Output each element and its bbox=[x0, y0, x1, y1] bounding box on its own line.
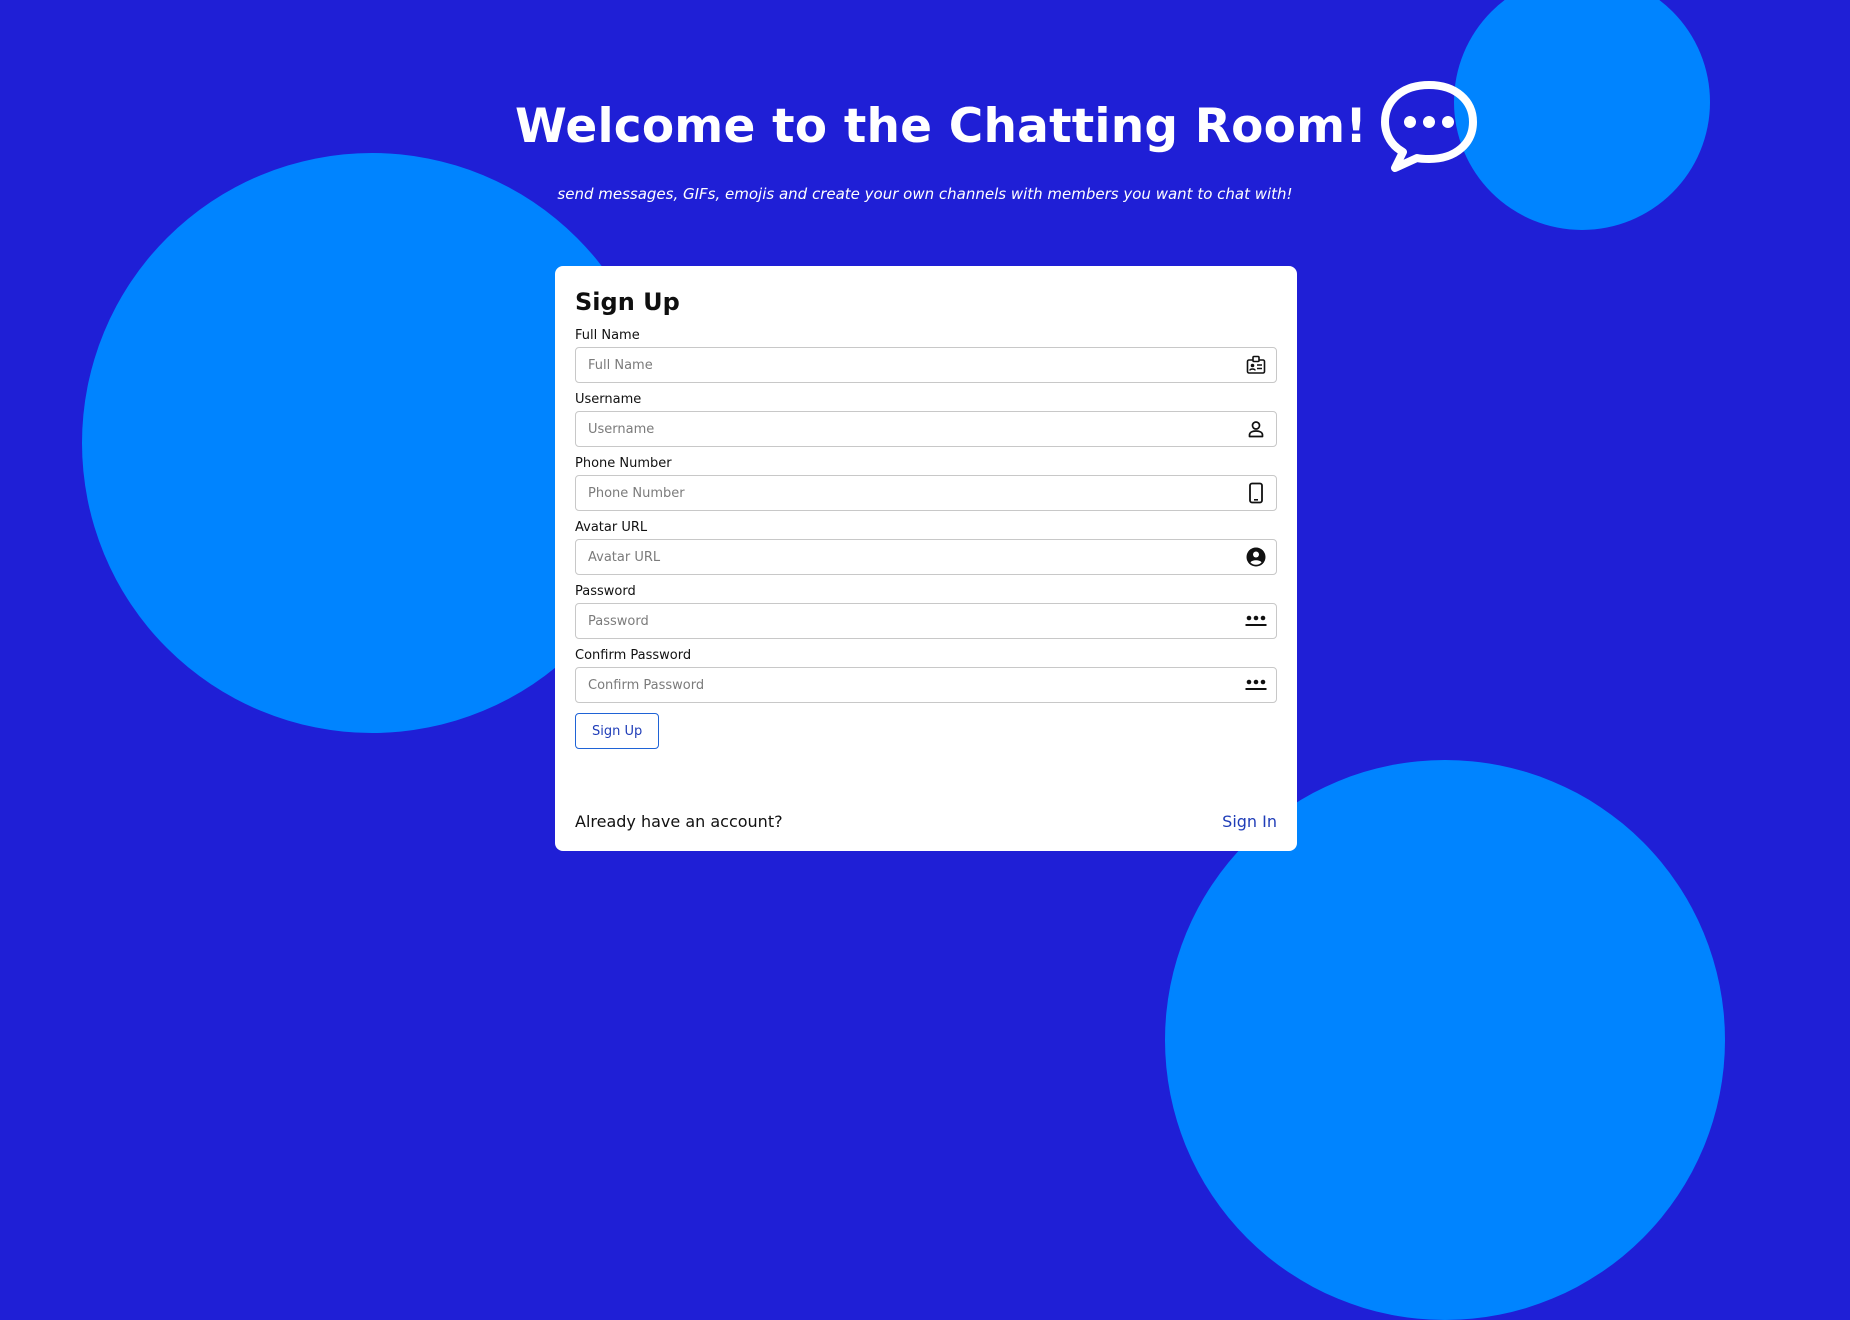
user-circle-icon bbox=[1245, 546, 1267, 568]
password-dots-icon bbox=[1245, 610, 1267, 632]
phone-number-input-wrap bbox=[575, 475, 1277, 512]
username-field-group: Username bbox=[575, 392, 1277, 448]
chat-bubble-dots-icon bbox=[1377, 79, 1481, 173]
username-input[interactable] bbox=[575, 411, 1277, 448]
mobile-phone-icon bbox=[1245, 482, 1267, 504]
confirm-password-input-wrap bbox=[575, 667, 1277, 704]
phone-number-field-group: Phone Number bbox=[575, 456, 1277, 512]
sign-up-card: Sign Up Full Name Username bbox=[555, 266, 1297, 851]
confirm-password-input[interactable] bbox=[575, 667, 1277, 704]
page-subtitle-text: send messages, GIFs, emojis and create y… bbox=[557, 185, 1293, 203]
avatar-url-label: Avatar URL bbox=[575, 520, 648, 536]
password-input[interactable] bbox=[575, 603, 1277, 640]
confirm-password-field-group: Confirm Password bbox=[575, 648, 1277, 704]
password-input-wrap bbox=[575, 603, 1277, 640]
sign-up-form: Full Name Username bbox=[575, 328, 1277, 750]
full-name-label: Full Name bbox=[575, 328, 640, 344]
full-name-input[interactable] bbox=[575, 347, 1277, 384]
password-field-group: Password bbox=[575, 584, 1277, 640]
page-title: Welcome to the Chatting Room! bbox=[515, 98, 1367, 154]
page-subtitle: send messages, GIFs, emojis and create y… bbox=[0, 185, 1850, 203]
username-input-wrap bbox=[575, 411, 1277, 448]
already-have-account-text: Already have an account? bbox=[575, 812, 783, 831]
phone-number-label: Phone Number bbox=[575, 456, 672, 472]
card-footer: Already have an account? Sign In bbox=[575, 812, 1277, 831]
sign-in-link[interactable]: Sign In bbox=[1222, 812, 1277, 831]
password-dots-icon bbox=[1245, 674, 1267, 696]
password-label: Password bbox=[575, 584, 636, 600]
user-icon bbox=[1245, 418, 1267, 440]
title-row: Welcome to the Chatting Room! bbox=[515, 76, 1481, 176]
avatar-url-field-group: Avatar URL bbox=[575, 520, 1277, 576]
id-badge-icon bbox=[1245, 354, 1267, 376]
username-label: Username bbox=[575, 392, 642, 408]
avatar-url-input-wrap bbox=[575, 539, 1277, 576]
full-name-field-group: Full Name bbox=[575, 328, 1277, 384]
card-title: Sign Up bbox=[575, 288, 680, 316]
full-name-input-wrap bbox=[575, 347, 1277, 384]
avatar-url-input[interactable] bbox=[575, 539, 1277, 576]
confirm-password-label: Confirm Password bbox=[575, 648, 692, 664]
phone-number-input[interactable] bbox=[575, 475, 1277, 512]
sign-up-button[interactable]: Sign Up bbox=[575, 713, 660, 750]
